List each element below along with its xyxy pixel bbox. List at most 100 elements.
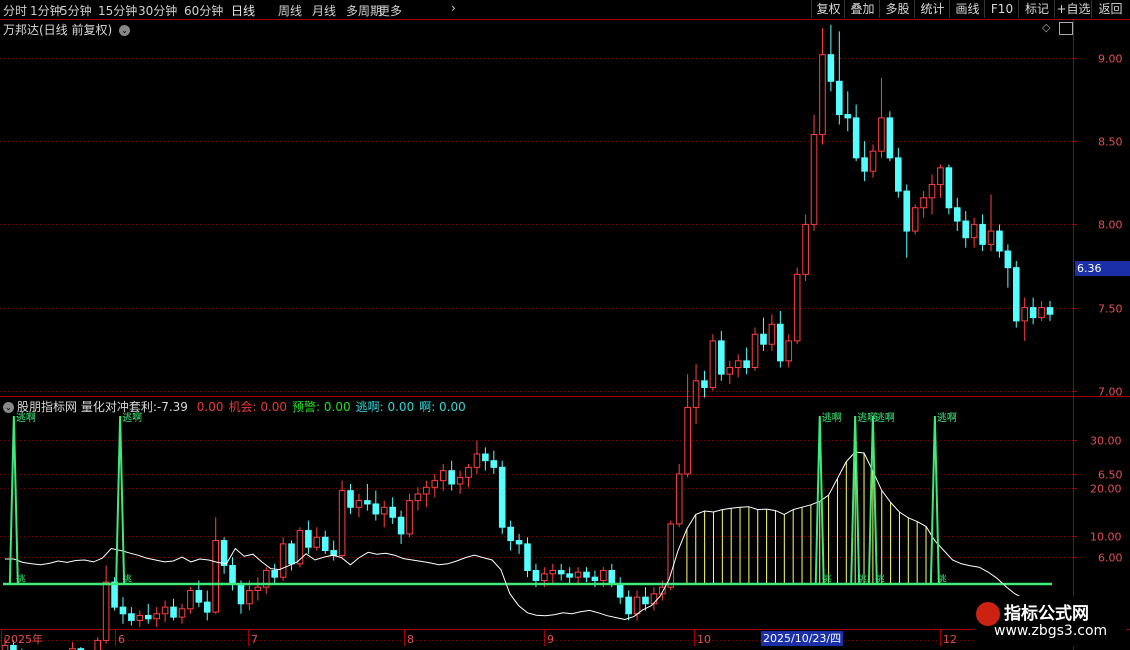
candle xyxy=(313,527,321,551)
candle xyxy=(515,533,523,554)
candle xyxy=(566,567,573,584)
candle xyxy=(987,194,995,252)
candle-body xyxy=(1021,307,1029,322)
candle xyxy=(229,557,236,591)
candle-body xyxy=(456,476,464,485)
candle xyxy=(119,597,127,624)
candle xyxy=(144,603,152,624)
candle xyxy=(583,567,590,583)
diamond-icon[interactable]: ◇ xyxy=(1042,21,1050,34)
candle xyxy=(642,587,649,611)
candle-body xyxy=(861,157,868,172)
candle-body xyxy=(743,360,750,369)
candle-body xyxy=(616,583,624,598)
candle xyxy=(456,470,464,494)
candle xyxy=(701,370,708,398)
candle-body xyxy=(625,596,632,615)
price-tick-label: 6.00 xyxy=(1098,552,1123,565)
candle-body xyxy=(490,460,498,468)
candle-body xyxy=(709,340,717,388)
candle-body xyxy=(397,516,405,535)
candle-body xyxy=(465,466,472,478)
candle xyxy=(94,637,102,650)
candle xyxy=(203,590,211,621)
candle-body xyxy=(557,570,565,575)
candle xyxy=(928,174,936,215)
candle-body xyxy=(389,506,396,518)
candle xyxy=(69,642,76,650)
main-panel-title: 万邦达(日线 前复权) ⌄ xyxy=(3,21,131,38)
candle-body xyxy=(608,570,616,585)
signal-spike xyxy=(115,415,126,585)
candle xyxy=(751,327,759,371)
candle-body xyxy=(1012,267,1020,322)
candle xyxy=(970,217,978,248)
chart-frame xyxy=(0,19,1130,650)
panel-toggle-icon[interactable] xyxy=(1059,22,1073,35)
candle-body xyxy=(254,586,262,591)
candle xyxy=(920,191,927,218)
candle-body xyxy=(144,614,152,620)
indicator-item: 机会: 0.00 xyxy=(228,400,288,414)
candle-body xyxy=(852,117,860,159)
candle xyxy=(262,567,270,594)
candle xyxy=(305,520,312,554)
candle-body xyxy=(380,506,388,515)
candle xyxy=(962,211,970,248)
candle xyxy=(321,530,329,554)
candle-body xyxy=(229,565,236,585)
candle xyxy=(237,580,245,614)
candle xyxy=(465,464,472,488)
candle xyxy=(777,310,784,368)
candle-body xyxy=(1,644,9,650)
candle xyxy=(473,440,481,474)
candle xyxy=(507,520,514,551)
candle-body xyxy=(718,340,725,375)
stock-chart: 逃啊逃逃啊逃逃啊逃逃啊逃逃啊逃逃啊逃 9.008.508.007.507.006… xyxy=(0,19,1130,650)
chevron-down-icon[interactable]: ⌄ xyxy=(3,402,14,413)
candle-body xyxy=(962,220,970,239)
indicator-line xyxy=(5,451,1051,621)
candle-body xyxy=(94,639,102,650)
candle-body xyxy=(734,360,742,369)
candle xyxy=(650,587,658,611)
candle-body xyxy=(987,230,995,245)
candle-body xyxy=(305,530,312,548)
indicator-tick-label: 10.00 xyxy=(1090,531,1122,544)
date-label: 6 xyxy=(118,633,125,646)
candle-body xyxy=(498,466,506,528)
watermark-title: 指标公式网 xyxy=(1004,604,1089,624)
signal-top-label: 逃啊 xyxy=(822,411,842,424)
candle-body xyxy=(675,473,683,525)
candle xyxy=(220,537,228,574)
signal-top-label: 逃啊 xyxy=(937,411,957,424)
candle xyxy=(1012,261,1020,328)
candle xyxy=(802,214,809,281)
candle-body xyxy=(271,570,278,578)
candle-body xyxy=(338,490,346,557)
candle xyxy=(886,111,894,162)
candle xyxy=(692,364,700,425)
chevron-down-icon[interactable]: ⌄ xyxy=(119,25,131,36)
candle-body xyxy=(195,589,203,603)
candle xyxy=(878,77,885,158)
candle-body xyxy=(541,573,548,581)
signal-top-label: 逃啊 xyxy=(875,411,895,424)
candle-body xyxy=(996,230,1003,252)
candle xyxy=(178,603,186,624)
candle-body xyxy=(574,571,582,578)
candle-body xyxy=(313,536,321,548)
candle-body xyxy=(330,550,337,557)
candle xyxy=(852,104,860,162)
candle-body xyxy=(187,589,194,610)
candle-body xyxy=(701,380,708,388)
candle xyxy=(675,464,683,528)
signal-bottom-label: 逃 xyxy=(822,573,832,586)
candle-body xyxy=(642,596,649,605)
candle-body xyxy=(549,570,557,575)
candle xyxy=(187,587,194,614)
candle-body xyxy=(364,500,371,505)
indicator-item: 预警: 0.00 xyxy=(292,400,351,414)
candle xyxy=(439,464,447,491)
candle xyxy=(760,317,767,351)
